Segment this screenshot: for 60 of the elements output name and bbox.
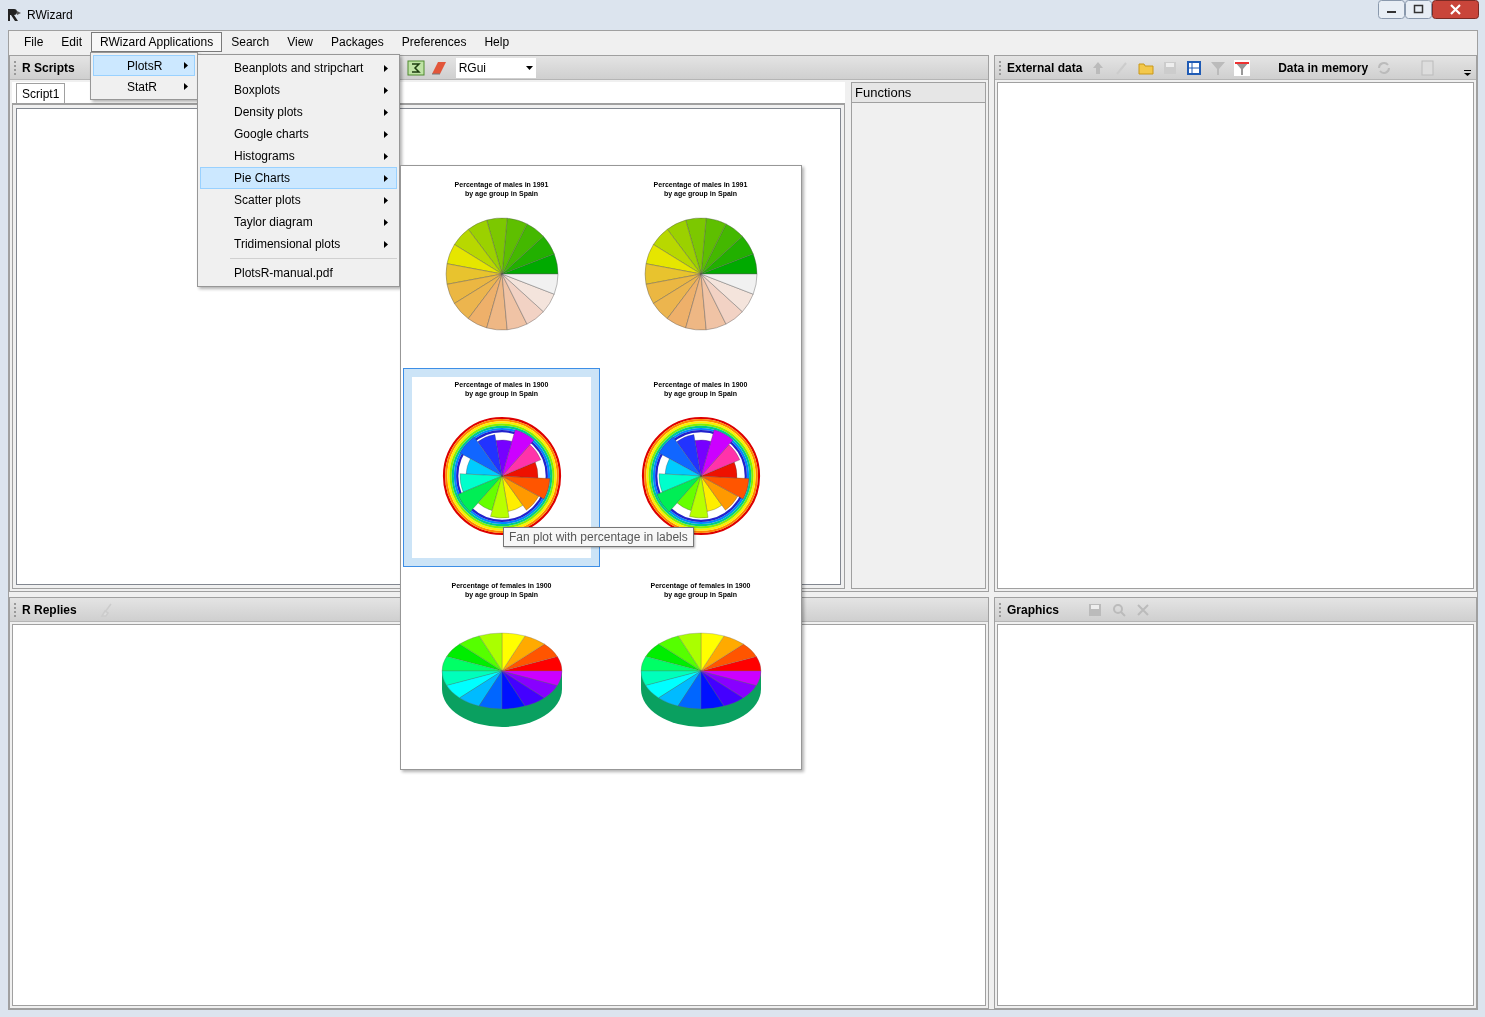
dropdown-arrow-icon (525, 65, 533, 70)
menu-item[interactable]: StatR (93, 76, 195, 97)
panel-title: Graphics (1007, 601, 1060, 619)
menu-item[interactable]: Preferences (392, 32, 476, 52)
sum-icon[interactable] (406, 59, 425, 76)
submenu-arrow-icon (384, 196, 388, 204)
submenu-arrow-icon (384, 130, 388, 138)
menu-item[interactable]: Search (222, 32, 279, 52)
menu-item[interactable]: PlotsR-manual.pdf (200, 262, 397, 284)
menu-item[interactable]: Density plots (200, 101, 397, 123)
functions-header: Functions (852, 83, 985, 103)
panel-title: Data in memory (1278, 59, 1369, 77)
menu-item[interactable]: Boxplots (200, 79, 397, 101)
submenu-arrow-icon (384, 240, 388, 248)
menu-item[interactable]: Help (475, 32, 519, 52)
submenu-arrow-icon (184, 62, 188, 69)
submenu-arrow-icon (384, 218, 388, 226)
grip-handle-icon[interactable] (14, 59, 17, 76)
minimize-button[interactable] (1378, 0, 1405, 19)
save-icon[interactable] (1087, 601, 1104, 618)
menu-item[interactable]: File (15, 32, 53, 52)
menu-item[interactable]: RWizard Applications (91, 32, 223, 52)
table-icon[interactable] (1186, 59, 1203, 76)
submenu-arrow-icon (384, 108, 388, 116)
overflow-icon[interactable] (1464, 69, 1472, 77)
engine-dropdown[interactable]: RGui (455, 57, 536, 78)
menu-item[interactable]: Google charts (200, 123, 397, 145)
menu-item[interactable]: Taylor diagram (200, 211, 397, 233)
menu-item[interactable]: Scatter plots (200, 189, 397, 211)
submenu-arrow-icon (384, 174, 388, 182)
panel-title: R Replies (22, 601, 77, 619)
grip-handle-icon[interactable] (999, 59, 1002, 76)
document-icon[interactable] (1420, 59, 1437, 76)
close-icon[interactable] (1135, 601, 1152, 618)
menu-item[interactable]: Tridimensional plots (200, 233, 397, 255)
maximize-button[interactable] (1405, 0, 1432, 19)
submenu-arrow-icon (384, 152, 388, 160)
window-title: RWizard (27, 7, 73, 24)
panel-title: R Scripts (22, 59, 75, 77)
grip-handle-icon[interactable] (14, 601, 17, 618)
menu-item[interactable]: Beanplots and stripchart (200, 57, 397, 79)
grip-handle-icon[interactable] (999, 601, 1002, 618)
close-button[interactable] (1432, 0, 1479, 19)
menu-item[interactable]: PlotsR (93, 55, 195, 76)
submenu-arrow-icon (184, 83, 188, 90)
script-tab[interactable]: Script1 (16, 83, 66, 103)
refresh-icon[interactable] (1376, 59, 1393, 76)
zoom-icon[interactable] (1111, 601, 1128, 618)
menu-item[interactable]: Packages (322, 32, 393, 52)
menu-item[interactable]: Edit (52, 32, 92, 52)
submenu-arrow-icon (384, 86, 388, 94)
menu-item[interactable]: Pie Charts (200, 167, 397, 189)
submenu-arrow-icon (384, 64, 388, 72)
menu-item[interactable]: View (278, 32, 323, 52)
save-icon[interactable] (1162, 59, 1179, 76)
tooltip: Fan plot with percentage in labels (503, 527, 694, 547)
menu-item[interactable]: Histograms (200, 145, 397, 167)
panel-title: External data (1007, 59, 1083, 77)
filter-icon[interactable] (1234, 59, 1251, 76)
app-logo-icon (6, 7, 22, 23)
